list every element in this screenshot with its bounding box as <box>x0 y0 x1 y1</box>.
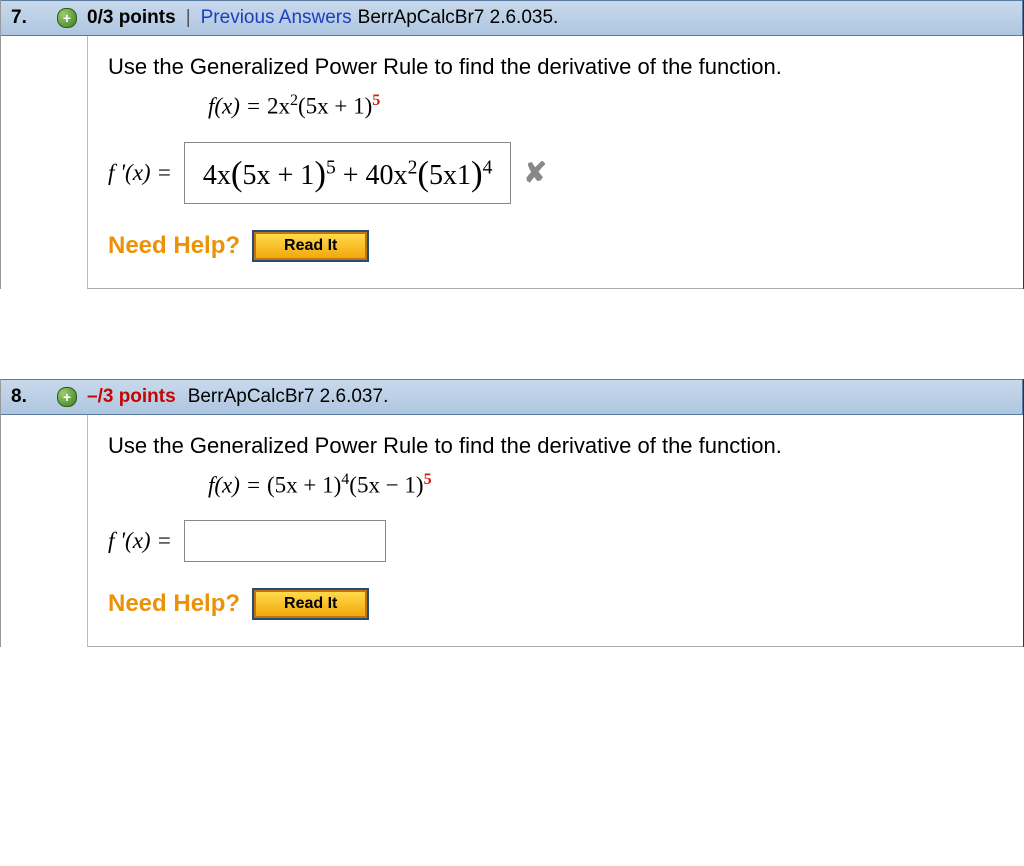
question-ref: BerrApCalcBr7 2.6.035. <box>358 7 559 29</box>
need-help-row: Need Help? Read It <box>108 590 1003 618</box>
need-help-label: Need Help? <box>108 232 240 260</box>
question-number: 7. <box>11 7 51 29</box>
incorrect-icon: ✘ <box>523 156 546 190</box>
function-definition: f(x) = (5x + 1)4(5x − 1)5 <box>208 471 1003 499</box>
sup-2: 2 <box>290 92 298 109</box>
separator: | <box>186 7 191 29</box>
question-header: 7. + 0/3 points | Previous Answers BerrA… <box>1 0 1023 36</box>
question-7: 7. + 0/3 points | Previous Answers BerrA… <box>0 0 1024 289</box>
question-body: Use the Generalized Power Rule to find t… <box>87 415 1023 648</box>
func-lhs: f(x) = <box>208 472 267 497</box>
points-label: 0/3 points <box>87 7 176 29</box>
points-label: –/3 points <box>87 386 176 408</box>
answer-row: f '(x) = <box>108 520 1003 562</box>
deriv-lhs: f '(x) = <box>108 160 172 186</box>
plus-icon[interactable]: + <box>57 387 77 407</box>
deriv-lhs: f '(x) = <box>108 528 172 554</box>
question-header: 8. + –/3 points BerrApCalcBr7 2.6.037. <box>1 379 1023 415</box>
read-it-button[interactable]: Read It <box>254 232 367 260</box>
func-lhs: f(x) = <box>208 94 267 119</box>
question-prompt: Use the Generalized Power Rule to find t… <box>108 54 1003 80</box>
question-number: 8. <box>11 386 51 408</box>
sup-5: 5 <box>424 471 432 488</box>
factor-1: (5x + 1) <box>267 472 341 497</box>
need-help-label: Need Help? <box>108 590 240 618</box>
func-factor: (5x + 1) <box>298 94 372 119</box>
question-prompt: Use the Generalized Power Rule to find t… <box>108 433 1003 459</box>
question-body: Use the Generalized Power Rule to find t… <box>87 36 1023 289</box>
func-coeff: 2x <box>267 94 290 119</box>
answer-box[interactable]: 4x(5x + 1)5 + 40x2(5x1)4 <box>184 142 512 204</box>
answer-row: f '(x) = 4x(5x + 1)5 + 40x2(5x1)4 ✘ <box>108 142 1003 204</box>
previous-answers-link[interactable]: Previous Answers <box>201 7 352 29</box>
question-8: 8. + –/3 points BerrApCalcBr7 2.6.037. U… <box>0 379 1024 648</box>
need-help-row: Need Help? Read It <box>108 232 1003 260</box>
question-ref: BerrApCalcBr7 2.6.037. <box>188 386 389 408</box>
plus-icon[interactable]: + <box>57 8 77 28</box>
function-definition: f(x) = 2x2(5x + 1)5 <box>208 92 1003 120</box>
factor-2: (5x − 1) <box>349 472 423 497</box>
sup-5: 5 <box>372 92 380 109</box>
read-it-button[interactable]: Read It <box>254 590 367 618</box>
answer-input[interactable] <box>184 520 386 562</box>
